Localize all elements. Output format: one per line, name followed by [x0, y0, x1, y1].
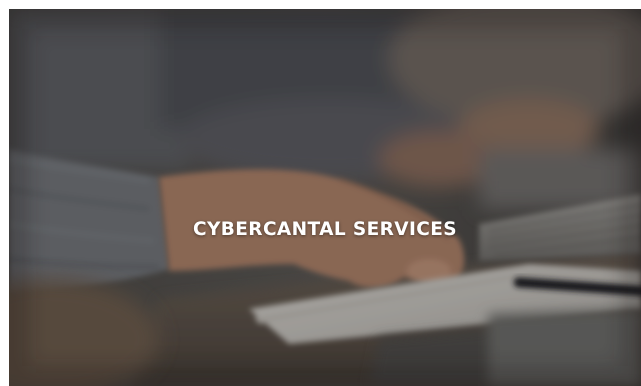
hero-title: CYBERCANTAL SERVICES: [192, 219, 457, 240]
photo-darken-overlay: [9, 9, 641, 386]
hero-banner: CYBERCANTAL SERVICES: [9, 9, 641, 386]
